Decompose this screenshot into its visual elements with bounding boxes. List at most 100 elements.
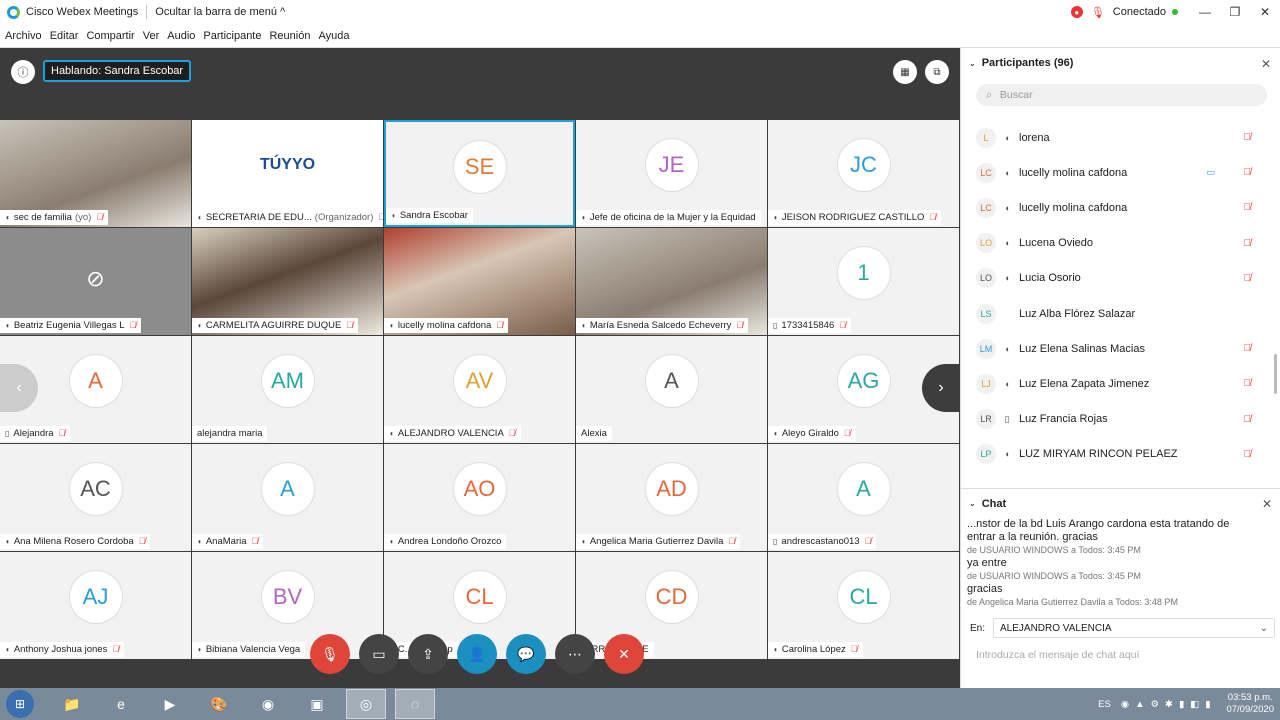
collapse-chevron-icon[interactable]: ⌄ xyxy=(969,499,976,508)
participant-tile[interactable]: AD ◖ Angelica Maria Gutierrez Davila 🎙̸ xyxy=(576,444,767,551)
participant-tile[interactable]: 1 ▯ 1733415846 🎙̸ xyxy=(768,228,959,335)
participant-list-item[interactable]: LM ◖ Luz Elena Salinas Macias 🎙̸ xyxy=(961,331,1271,366)
hide-menu-bar-button[interactable]: Ocultar la barra de menú ^ xyxy=(155,6,285,18)
media-player-icon[interactable]: ▶ xyxy=(150,689,190,719)
participant-tile[interactable]: AC ◖ Ana Milena Rosero Cordoba 🎙̸ xyxy=(0,444,191,551)
chat-header[interactable]: ⌄ Chat ✕ xyxy=(961,488,1280,518)
muted-mic-icon[interactable]: 🎙̸ xyxy=(1244,273,1252,284)
chat-input[interactable]: Introduzca el mensaje de chat aquí xyxy=(976,649,1139,661)
menu-ver[interactable]: Ver xyxy=(143,30,160,42)
participant-avatar: AG xyxy=(836,354,891,408)
participant-list-item[interactable]: LS Luz Alba Flórez Salazar xyxy=(961,296,1271,331)
muted-mic-icon: 🎙̸ xyxy=(378,212,383,222)
participant-tile[interactable]: ◖ María Esneda Salcedo Echeverry 🎙̸ xyxy=(576,228,767,335)
participant-tile[interactable]: ⊘ ◖ Beatriz Eugenia Villegas L 🎙̸ xyxy=(0,228,191,335)
muted-mic-icon[interactable]: 🎙̸ xyxy=(1244,132,1252,143)
participant-tile[interactable]: SE ◖ Sandra Escobar xyxy=(384,120,575,227)
menu-participante[interactable]: Participante xyxy=(203,30,261,42)
participant-name-label: ◖ JEISON RODRIGUEZ CASTILLO 🎙̸ xyxy=(768,210,942,225)
muted-mic-icon[interactable]: 🎙̸ xyxy=(1244,238,1252,249)
menu-archivo[interactable]: Archivo xyxy=(5,30,42,42)
participant-list-item[interactable]: L ◖ lorena 🎙̸ xyxy=(961,120,1271,155)
participant-list-item[interactable]: LJ ◖ Luz Elena Zapata Jimenez 🎙̸ xyxy=(961,366,1271,401)
participant-tile[interactable]: AJ ◖ Anthony Joshua jones 🎙̸ xyxy=(0,552,191,659)
participant-tile[interactable]: JC ◖ JEISON RODRIGUEZ CASTILLO 🎙̸ xyxy=(768,120,959,227)
muted-mic-icon[interactable]: 🎙̸ xyxy=(1244,202,1252,213)
participant-tile[interactable]: AO ◖ Andrea Londoño Orozco xyxy=(384,444,575,551)
meeting-info-button[interactable]: ⓘ xyxy=(11,60,35,84)
layout-switch-button[interactable]: ⧉ xyxy=(925,60,949,84)
minimize-icon[interactable]: — xyxy=(1190,5,1220,19)
participant-tile[interactable]: A ▯ andrescastano013 🎙̸ xyxy=(768,444,959,551)
phone-icon: ▯ xyxy=(773,321,778,330)
participant-name: CARMELITA AGUIRRE DUQUE xyxy=(205,320,342,331)
participants-search-input[interactable]: ⌕ Buscar xyxy=(976,84,1267,106)
participant-avatar: LO xyxy=(976,233,996,254)
firefox-icon[interactable]: ◉ xyxy=(248,689,288,719)
audio-icon: ◖ xyxy=(389,429,394,438)
menu-audio[interactable]: Audio xyxy=(167,30,195,42)
menu-compartir[interactable]: Compartir xyxy=(86,30,134,42)
participant-tile[interactable]: CL ◖ Carolina López 🎙̸ xyxy=(768,552,959,659)
participant-list-item[interactable]: LC ◖ lucelly molina cafdona 🎙̸ xyxy=(961,190,1271,225)
more-options-button[interactable]: ⋯ xyxy=(555,634,595,674)
audio-icon: ◖ xyxy=(1004,273,1010,284)
paint-icon[interactable]: 🎨 xyxy=(199,689,239,719)
participant-tile[interactable]: ◖ lucelly molina cafdona 🎙̸ xyxy=(384,228,575,335)
recipient-select[interactable]: ALEJANDRO VALENCIA ⌄ xyxy=(993,618,1276,638)
participant-tile[interactable]: TÚYYO ◖ SECRETARIA DE EDU... (Organizador)… xyxy=(192,120,383,227)
chat-button[interactable]: 💬 xyxy=(506,634,546,674)
muted-mic-icon[interactable]: 🎙̸ xyxy=(1244,167,1252,178)
zoom-icon[interactable]: ▣ xyxy=(297,689,337,719)
record-icon[interactable]: ● xyxy=(1070,6,1083,18)
close-chat-icon[interactable]: ✕ xyxy=(1262,497,1272,511)
participants-button[interactable]: 👤 xyxy=(457,634,497,674)
participant-tile[interactable]: A ◖ AnaMaria 🎙̸ xyxy=(192,444,383,551)
participant-tile[interactable]: A Alexia xyxy=(576,336,767,443)
meeting-controls: 🎙 ▭ ⇪ 👤 💬 ⋯ ✕ xyxy=(310,634,644,674)
menu-reunion[interactable]: Reunión xyxy=(269,30,310,42)
participant-tile[interactable]: JE ◖ Jefe de oficina de la Mujer y la Equi… xyxy=(576,120,767,227)
close-participants-icon[interactable]: ✕ xyxy=(1261,57,1271,71)
participant-list-item[interactable]: LP ◖ LUZ MIRYAM RINCON PELAEZ 🎙̸ xyxy=(961,437,1271,472)
muted-mic-icon[interactable]: 🎙̸ xyxy=(1244,343,1252,354)
webex-taskbar-icon[interactable]: ◌ xyxy=(395,689,435,719)
muted-mic-icon[interactable]: 🎙̸ xyxy=(1244,449,1252,460)
leave-meeting-button[interactable]: ✕ xyxy=(604,634,644,674)
tray-icons[interactable]: ◉▲⚙✱▮◧▮ xyxy=(1121,699,1217,710)
chrome-icon[interactable]: ◎ xyxy=(346,689,386,719)
participant-tile[interactable]: ◖ CARMELITA AGUIRRE DUQUE 🎙̸ xyxy=(192,228,383,335)
muted-mic-icon[interactable]: 🎙̸ xyxy=(1244,378,1252,389)
participant-avatar: AV xyxy=(452,354,507,408)
start-button[interactable]: ⊞ xyxy=(6,690,34,718)
video-button[interactable]: ▭ xyxy=(359,634,399,674)
participant-tile[interactable]: AV ◖ ALEJANDRO VALENCIA 🎙̸ xyxy=(384,336,575,443)
restore-icon[interactable]: ❐ xyxy=(1220,5,1250,19)
audio-icon: ◖ xyxy=(1004,343,1010,354)
participants-scrollbar[interactable] xyxy=(1274,354,1277,394)
participants-header[interactable]: ⌄ Participantes (96) xyxy=(969,57,1073,69)
close-window-icon[interactable]: ✕ xyxy=(1250,5,1280,19)
mute-button[interactable]: 🎙 xyxy=(310,634,350,674)
clock[interactable]: 03:53 p.m. 07/09/2020 xyxy=(1226,692,1274,716)
participant-list-item[interactable]: LC ◖ lucelly molina cafdona ▭ 🎙̸ xyxy=(961,155,1271,190)
participant-list-item[interactable]: LO ◖ Lucia Osorio 🎙̸ xyxy=(961,261,1271,296)
participant-name-label: ◖ ALEJANDRO VALENCIA 🎙̸ xyxy=(384,426,521,441)
file-explorer-icon[interactable]: 📁 xyxy=(52,689,92,719)
grid-view-button[interactable]: ▦ xyxy=(893,60,917,84)
menu-editar[interactable]: Editar xyxy=(50,30,79,42)
collapse-chevron-icon[interactable]: ⌄ xyxy=(969,59,976,68)
muted-mic-icon[interactable]: 🎙̸ xyxy=(1244,414,1252,425)
share-button[interactable]: ⇪ xyxy=(408,634,448,674)
chat-message-meta: de Angelica Maria Gutierrez Davila a Tod… xyxy=(967,597,1178,607)
internet-explorer-icon[interactable]: e xyxy=(101,689,141,719)
menu-ayuda[interactable]: Ayuda xyxy=(318,30,349,42)
participant-name: Angelica Maria Gutierrez Davila xyxy=(589,536,724,547)
participant-list-item[interactable]: LO ◖ Lucena Oviedo 🎙̸ xyxy=(961,226,1271,261)
participant-tile[interactable]: AM alejandra maria xyxy=(192,336,383,443)
muted-mic-icon: 🎙̸ xyxy=(843,428,851,438)
participant-list-item[interactable]: LR ▯ Luz Francia Rojas 🎙̸ xyxy=(961,402,1271,437)
chevron-down-icon: ⌄ xyxy=(1259,622,1269,634)
participant-tile[interactable]: ◖ sec de familia (yo) 🎙̸ xyxy=(0,120,191,227)
language-indicator[interactable]: ES xyxy=(1098,699,1111,710)
